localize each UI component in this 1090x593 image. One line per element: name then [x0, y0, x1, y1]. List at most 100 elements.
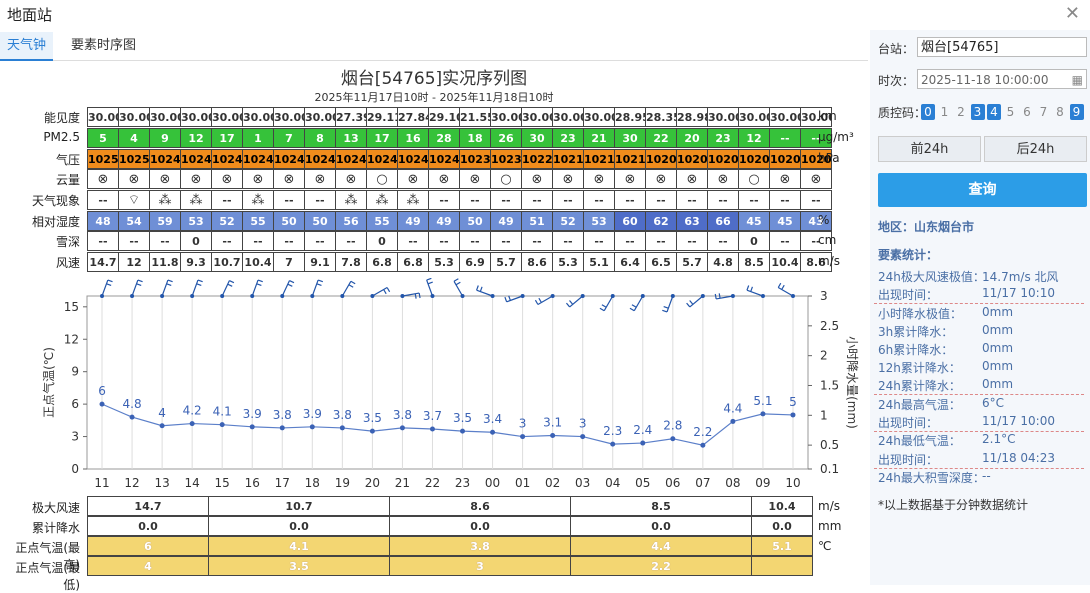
- temperature-point: [700, 442, 706, 448]
- wind-barb: [191, 279, 199, 297]
- table-cell: 30.00: [273, 107, 305, 127]
- x-tick-label: 13: [154, 476, 169, 490]
- summary-label: 极大风速: [31, 501, 80, 515]
- table-cell: 63: [676, 211, 708, 231]
- x-tick-label: 14: [185, 476, 200, 490]
- table-cell: --: [645, 190, 677, 210]
- wind-barb-feather: [663, 305, 669, 309]
- temperature-point: [790, 412, 796, 418]
- table-cell: 1021: [583, 149, 615, 169]
- temperature-data-label: 4: [158, 406, 166, 420]
- summary-cell: 0.0: [751, 516, 813, 536]
- stat-item: 出现时间： 11/18 04:23: [878, 451, 1055, 468]
- table-cell: ⊗: [149, 169, 181, 189]
- time-input[interactable]: 2025-11-18 10:00:00 ▦: [917, 69, 1087, 89]
- temperature-data-label: 2.2: [693, 425, 712, 439]
- row-unit: %: [818, 213, 830, 227]
- query-button[interactable]: 查询: [878, 173, 1087, 207]
- table-cell: ⊗: [87, 169, 119, 189]
- temperature-data-label: 3.5: [363, 411, 382, 425]
- table-cell: ⊗: [645, 169, 677, 189]
- qc-code-2[interactable]: 2: [954, 104, 968, 120]
- next-24h-button[interactable]: 后24h: [984, 136, 1087, 162]
- table-cell: --: [335, 231, 367, 251]
- qc-code-4[interactable]: 4: [987, 104, 1001, 120]
- table-cell: 50: [304, 211, 336, 231]
- qc-code-7[interactable]: 7: [1037, 104, 1051, 120]
- wind-dot: [250, 294, 255, 298]
- calendar-icon[interactable]: ▦: [1072, 70, 1083, 90]
- wind-barb: [746, 289, 764, 297]
- table-row: 5 4 9 12 17 1 7 8 13 17 16 28 18 26 30 23 21 30 22 20 23 12 --…: [87, 128, 832, 148]
- wind-dot: [490, 294, 495, 298]
- table-cell: ⊗: [552, 169, 584, 189]
- qc-code-3[interactable]: 3: [970, 104, 985, 120]
- table-cell: 17: [366, 128, 398, 148]
- stat-key: 24h累计降水：: [878, 379, 961, 393]
- wind-dot: [220, 294, 225, 298]
- qc-code-1[interactable]: 1: [938, 104, 952, 120]
- prev-24h-button[interactable]: 前24h: [878, 136, 981, 162]
- table-cell: ⊗: [521, 169, 553, 189]
- summary-cell: 8.6: [389, 496, 571, 516]
- wind-barb-feather: [350, 280, 356, 285]
- wind-barb-feather: [538, 297, 542, 303]
- stat-key: 出现时间：: [878, 453, 939, 467]
- summary-cell: 10.4: [751, 496, 813, 516]
- wind-barb-feather: [418, 292, 421, 299]
- table-cell: 30.00: [180, 107, 212, 127]
- qc-code-6[interactable]: 6: [1020, 104, 1034, 120]
- stat-item: 3h累计降水： 0mm: [878, 323, 1013, 340]
- summary-cell: 3.5: [208, 556, 390, 576]
- table-cell: 10.4: [242, 252, 274, 272]
- table-cell: 1020: [707, 149, 739, 169]
- table-cell: 20: [676, 128, 708, 148]
- stat-value: 6°C: [982, 396, 1005, 410]
- wind-barb-feather: [689, 300, 694, 305]
- table-row: 14.7 10.7 8.6 8.5 10.4: [87, 496, 813, 516]
- wind-barb-feather: [504, 296, 508, 303]
- table-cell: ⁂: [397, 190, 429, 210]
- wind-barb-feather: [534, 299, 539, 305]
- table-cell: 22: [645, 128, 677, 148]
- row-unit: m/s: [818, 254, 840, 268]
- wind-barb-feather: [750, 286, 753, 292]
- y2-tick-label: 1: [820, 408, 828, 422]
- qc-code-5[interactable]: 5: [1004, 104, 1018, 120]
- qc-code-0[interactable]: 0: [921, 104, 935, 120]
- temperature-data-label: 6: [98, 384, 106, 398]
- wind-barb-feather: [453, 278, 459, 282]
- qc-code-9[interactable]: 9: [1069, 104, 1084, 120]
- close-icon[interactable]: ✕: [1065, 3, 1080, 24]
- table-cell: ⁂: [149, 190, 181, 210]
- chart-title: 烟台[54765]实况序列图: [340, 69, 528, 89]
- tab-element-timeseries[interactable]: 要素时序图: [64, 32, 143, 59]
- stats-note: *以上数据基于分钟数据统计: [878, 498, 1029, 512]
- tab-bar: 天气钟 要素时序图: [0, 32, 868, 61]
- table-cell: --: [645, 231, 677, 251]
- table-cell: 14.7: [87, 252, 119, 272]
- table-cell: ⊗: [397, 169, 429, 189]
- station-input[interactable]: 烟台[54765]: [917, 37, 1087, 57]
- table-cell: 49: [397, 211, 429, 231]
- temperature-point: [730, 418, 736, 424]
- row-label: 雪深: [55, 235, 80, 249]
- y-tick-label: 3: [71, 430, 79, 444]
- table-cell: 30.00: [490, 107, 522, 127]
- stat-value: 0mm: [982, 323, 1014, 337]
- table-cell: 26: [490, 128, 522, 148]
- stat-value: 14.7m/s 北风: [982, 270, 1059, 284]
- summary-cell: 0.0: [208, 516, 390, 536]
- temperature-data-label: 3.7: [423, 409, 442, 423]
- table-row: ⊗ ⊗ ⊗ ⊗ ⊗ ⊗ ⊗ ⊗ ⊗ ○ ⊗ ⊗ ⊗ ○ ⊗ ⊗ ⊗ ⊗ ⊗ ⊗ ⊗ ○ ⊗ ⊗: [87, 169, 832, 189]
- x-tick-label: 03: [575, 476, 590, 490]
- summary-table: 6 4.1 3.8 4.4 5.1: [87, 536, 813, 556]
- table-cell: 1020: [769, 149, 801, 169]
- wind-barb-feather: [257, 279, 263, 283]
- y2-tick-label: 2.5: [820, 319, 839, 333]
- table-cell: --: [769, 128, 801, 148]
- table-cell: 1023: [490, 149, 522, 169]
- tab-weather-clock[interactable]: 天气钟: [0, 32, 54, 61]
- temperature-point: [490, 429, 496, 435]
- qc-code-8[interactable]: 8: [1053, 104, 1067, 120]
